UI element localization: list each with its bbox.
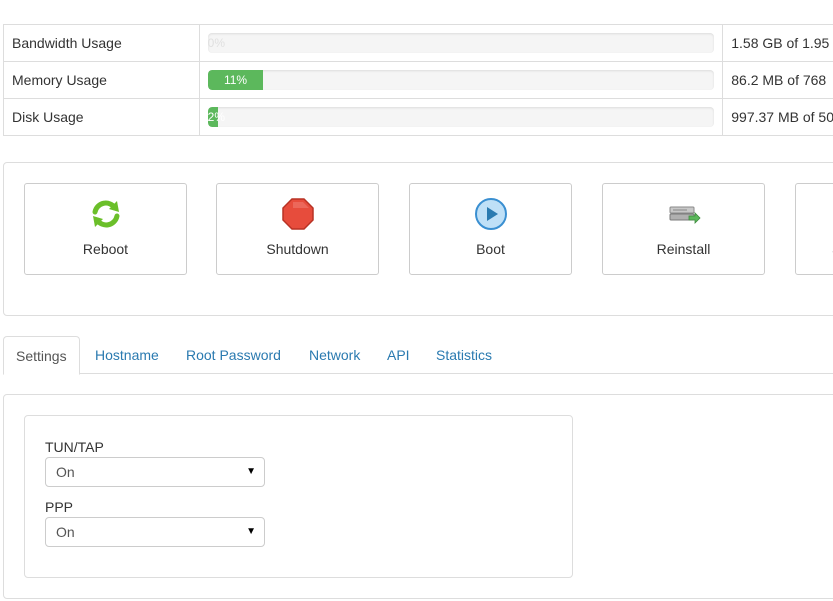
usage-label: Disk Usage [3,98,200,136]
tab-hostname[interactable]: Hostname [83,336,171,374]
memory-progress-bar: 11% [207,70,715,90]
reinstall-button[interactable]: Reinstall [602,183,765,275]
shutdown-label: Shutdown [266,241,329,257]
settings-form: TUN/TAP On ▼ PPP On ▼ [24,415,573,578]
usage-label: Bandwidth Usage [3,24,200,62]
usage-label: Memory Usage [3,61,200,99]
chevron-down-icon: ▼ [246,526,256,537]
tab-root-password[interactable]: Root Password [174,336,293,374]
settings-tab-content: TUN/TAP On ▼ PPP On ▼ [3,394,833,599]
progress-fill: 11% [207,70,264,90]
usage-value: 1.58 GB of 1.95 [722,24,833,62]
progress-fill: 2% [207,107,225,127]
tuntap-selected-value: On [56,464,75,480]
partial-action-button[interactable]: S [795,183,833,275]
reinstall-icon [669,206,701,224]
server-actions-panel: Reboot Shutdown Boot Reinstall S [3,162,833,316]
usage-value: 86.2 MB of 768 [722,61,833,99]
boot-label: Boot [476,241,505,257]
tuntap-label: TUN/TAP [45,439,104,455]
bandwidth-progress-bar: 0% [207,33,715,53]
chevron-down-icon: ▼ [246,466,256,477]
stop-icon [281,198,314,230]
shutdown-button[interactable]: Shutdown [216,183,379,275]
progress-text: 11% [223,73,248,87]
usage-value: 997.37 MB of 50 [722,98,833,136]
ppp-select[interactable]: On ▼ [45,517,265,547]
tab-api[interactable]: API [375,336,422,374]
reboot-button[interactable]: Reboot [24,183,187,275]
usage-row-memory: Memory Usage 11% 86.2 MB of 768 [3,61,833,99]
tab-statistics[interactable]: Statistics [424,336,504,374]
reinstall-label: Reinstall [656,241,711,257]
disk-progress-bar: 2% [207,107,715,127]
partial-action-label: S [796,241,833,257]
ppp-selected-value: On [56,524,75,540]
boot-button[interactable]: Boot [409,183,572,275]
settings-tabs: Settings Hostname Root Password Network … [3,336,833,375]
tab-network[interactable]: Network [297,336,372,374]
reboot-label: Reboot [82,241,129,257]
tab-settings[interactable]: Settings [3,336,80,375]
usage-table: Bandwidth Usage 0% 1.58 GB of 1.95 Memor… [3,24,833,136]
tuntap-select[interactable]: On ▼ [45,457,265,487]
usage-row-disk: Disk Usage 2% 997.37 MB of 50 [3,98,833,136]
refresh-icon [92,200,119,228]
play-icon [474,198,507,230]
progress-text: 2% [207,110,225,124]
progress-text: 0% [207,36,225,50]
usage-row-bandwidth: Bandwidth Usage 0% 1.58 GB of 1.95 [3,24,833,62]
ppp-label: PPP [45,499,74,515]
